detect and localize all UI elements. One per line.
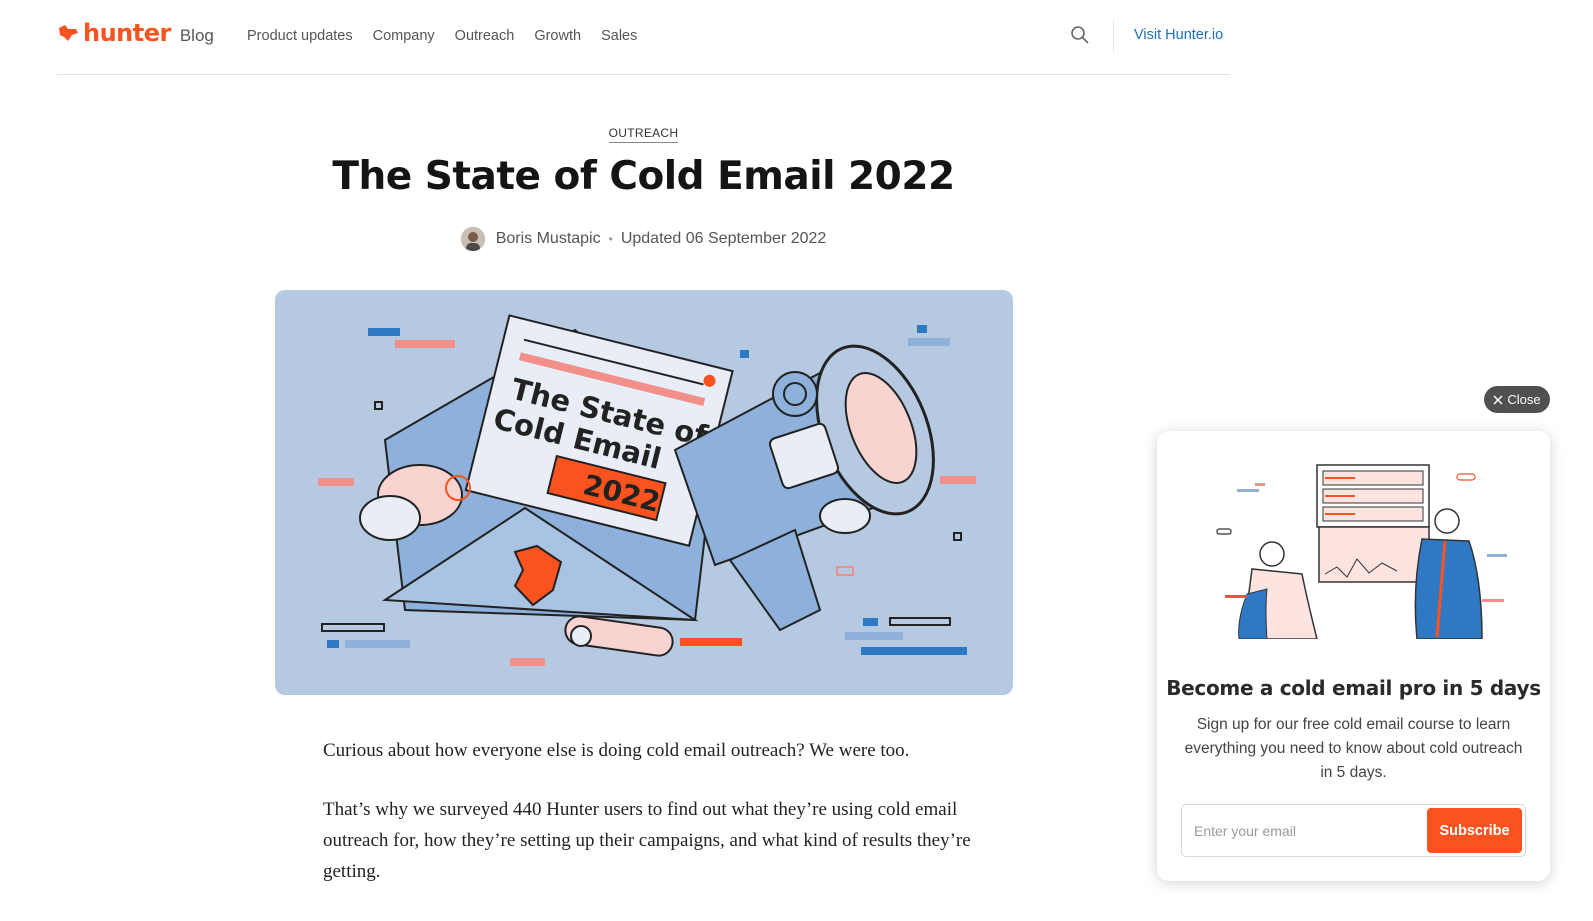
article-body: Curious about how everyone else is doing… (323, 735, 973, 915)
header-divider (1113, 20, 1114, 52)
email-input[interactable] (1185, 808, 1427, 853)
category-wrapper: OUTREACH (0, 124, 1287, 143)
avatar-image (460, 227, 485, 251)
visit-hunter-link[interactable]: Visit Hunter.io (1134, 27, 1223, 43)
newsletter-popup: Become a cold email pro in 5 days Sign u… (1157, 431, 1550, 881)
fox-logo-icon (59, 25, 78, 41)
main-nav: Product updates Company Outreach Growth … (247, 28, 637, 44)
search-button[interactable] (1070, 25, 1092, 47)
popup-title: Become a cold email pro in 5 days (1166, 676, 1541, 700)
site-header: hunter Blog Product updates Company Outr… (57, 0, 1230, 75)
nav-sales[interactable]: Sales (601, 28, 637, 44)
subscribe-form: Subscribe (1181, 804, 1526, 857)
byline: Boris Mustapic • Updated 06 September 20… (0, 227, 1287, 251)
nav-growth[interactable]: Growth (534, 28, 581, 44)
hero-illustration: The State of Cold Email 2022 (318, 314, 976, 666)
hunter-logo[interactable]: hunter Blog (57, 19, 214, 47)
article-title: The State of Cold Email 2022 (332, 154, 955, 199)
body-paragraph-2: That’s why we surveyed 440 Hunter users … (323, 799, 971, 882)
blog-label: Blog (179, 26, 214, 45)
author-avatar[interactable] (460, 227, 485, 251)
byline-separator: • (608, 232, 613, 246)
close-icon (1493, 394, 1503, 405)
body-paragraph-1: Curious about how everyone else is doing… (323, 740, 910, 761)
nav-outreach[interactable]: Outreach (455, 28, 515, 44)
popup-illustration (1216, 464, 1507, 639)
popup-close-button[interactable]: Close (1484, 386, 1550, 413)
author-name[interactable]: Boris Mustapic (496, 230, 601, 248)
hero-image: The State of Cold Email 2022 (275, 290, 1013, 695)
nav-company[interactable]: Company (373, 28, 435, 44)
updated-date: Updated 06 September 2022 (620, 230, 827, 247)
logo-text: hunter (83, 19, 171, 47)
popup-description: Sign up for our free cold email course t… (1184, 716, 1523, 781)
category-link[interactable]: OUTREACH (608, 126, 679, 143)
nav-product-updates[interactable]: Product updates (247, 28, 353, 44)
search-icon (1071, 26, 1089, 44)
subscribe-button[interactable]: Subscribe (1427, 808, 1522, 853)
close-label: Close (1507, 392, 1541, 407)
